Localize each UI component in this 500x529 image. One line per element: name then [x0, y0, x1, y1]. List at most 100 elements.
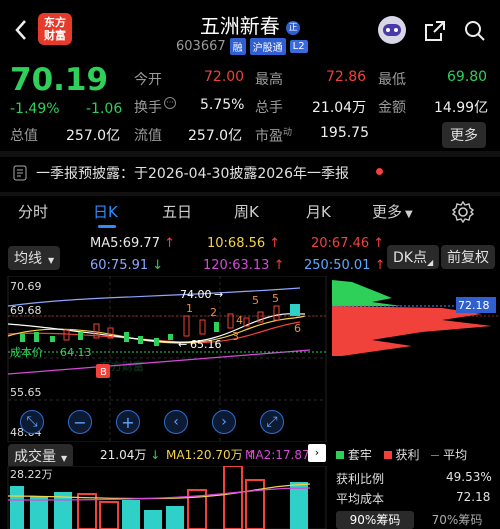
avg-cost-tag: 72.18 — [458, 299, 490, 312]
amount-value: 14.99亿 — [434, 100, 489, 116]
cost-label: 成本价 — [10, 345, 43, 359]
share-button[interactable] — [422, 18, 448, 44]
tab-five-day[interactable]: 五日 — [162, 201, 192, 222]
dk-label: DK点 — [393, 250, 427, 266]
zoom-in-button[interactable]: + — [116, 410, 140, 434]
tab-weekly-k[interactable]: 周K — [234, 201, 259, 222]
cost-value: 64.13 — [60, 346, 92, 359]
notice-bar[interactable]: 一季报预披露：于2026-04-30披露2026年一季报 — [0, 160, 500, 188]
volume-selector-label: 成交量 — [14, 449, 56, 465]
ma-selector[interactable]: 均线 ▼ — [8, 246, 61, 270]
ma-selector-label: 均线 — [14, 251, 42, 267]
corner-icon: ◢ — [426, 258, 434, 267]
robot-icon — [378, 16, 406, 44]
fullscreen-button[interactable]: ⤢ — [260, 410, 284, 434]
stock-name: 五洲新春 — [199, 14, 280, 38]
svg-text:B: B — [100, 367, 107, 378]
svg-text:72.18: 72.18 — [458, 299, 490, 312]
adjust-button[interactable]: 前复权 — [441, 245, 495, 269]
y-mid2-label: 55.65 — [10, 386, 42, 399]
y-mid1-label: 69.68 — [10, 304, 42, 317]
legend-profit: 获利 — [395, 448, 420, 462]
legend-profit-swatch — [383, 451, 392, 459]
chip-tab-90[interactable]: 90%筹码 — [336, 511, 414, 529]
b-marker: B — [100, 367, 107, 378]
low-label: 最低 — [378, 72, 406, 88]
tab-more-label: 更多 — [372, 203, 403, 221]
ma5-text: MA5:69.77 — [90, 236, 160, 251]
turnover-label-text: 换手 — [134, 100, 162, 116]
low-value: 69.80 — [447, 69, 488, 85]
settings-icon[interactable] — [452, 201, 474, 223]
annot-low: 65.16 — [190, 338, 222, 351]
marker-3: 3 — [232, 330, 239, 343]
tab-daily-k[interactable]: 日K — [93, 201, 118, 222]
stock-code: 603667 — [176, 39, 226, 54]
tab-more[interactable]: 更多 ▼ — [372, 201, 413, 222]
volume-ma1-text: MA1:20.70万 — [166, 448, 243, 462]
chip-tab-70[interactable]: 70%筹码 — [418, 511, 496, 529]
tab-intraday[interactable]: 分时 — [18, 201, 48, 222]
ma20-text: 20:67.46 — [311, 236, 370, 251]
info-icon[interactable]: ··· — [164, 97, 176, 109]
marker-1: 1 — [186, 302, 193, 315]
ma20-label: 20:67.46 ↑ — [311, 236, 385, 251]
ma5-label: MA5:69.77 ↑ — [90, 236, 176, 251]
float-mv-value: 257.0亿 — [188, 128, 243, 144]
search-button[interactable] — [462, 18, 488, 44]
search-icon — [465, 21, 485, 41]
share-icon — [425, 21, 445, 41]
robot-assistant-button[interactable] — [376, 14, 408, 46]
chevron-down-icon: ▼ — [48, 256, 55, 265]
ma10-text: 10:68.56 — [207, 236, 266, 251]
notice-icon — [13, 165, 27, 181]
y-top-label: 70.69 — [10, 280, 42, 293]
high-value: 72.86 — [326, 69, 367, 85]
active-tab-indicator — [98, 225, 116, 228]
total-mv-value: 257.0亿 — [66, 128, 121, 144]
marker-6: 6 — [294, 322, 301, 335]
marker-2: 2 — [210, 306, 217, 319]
chevron-down-icon: ▼ — [61, 454, 68, 463]
turnover-value: 5.75% — [200, 97, 245, 113]
volume-label: 总手 — [255, 100, 283, 116]
zoom-out-button[interactable]: − — [68, 410, 92, 434]
dk-point-button[interactable]: DK点◢ — [387, 245, 440, 269]
pe-value: 195.75 — [320, 125, 369, 141]
zoom-out-corner-button[interactable]: ⤡ — [20, 410, 44, 434]
tag-level2: L2 — [289, 40, 308, 53]
pe-label: 市盈动 — [255, 125, 292, 146]
volume-max-label: 28.22万 — [10, 468, 53, 481]
volume-more-arrow[interactable]: › — [308, 444, 326, 462]
more-quote-button[interactable]: 更多 — [442, 122, 486, 148]
ma10-label: 10:68.56 ↑ — [207, 236, 281, 251]
volume-vol-text: 21.04万 — [100, 448, 147, 462]
scroll-right-button[interactable]: › — [212, 410, 236, 434]
float-mv-label: 流值 — [134, 128, 162, 144]
ma120-text: 120:63.13 — [203, 258, 270, 273]
chip-legend: 套牢 获利 平均 — [336, 446, 500, 464]
legend-average: 平均 — [443, 448, 468, 462]
open-label: 今开 — [134, 72, 162, 88]
scroll-left-button[interactable]: ‹ — [164, 410, 188, 434]
stock-subtitle: 603667 融 沪股通 L2 — [176, 38, 308, 55]
turnover-label: 换手 ··· — [134, 97, 176, 117]
profit-ratio-value: 49.53% — [446, 470, 492, 484]
legend-avg-swatch — [431, 455, 440, 456]
ma60-label: 60:75.91 ↓ — [90, 258, 164, 273]
notice-text: 一季报预披露：于2026-04-30披露2026年一季报 — [36, 166, 349, 182]
volume-ma1: MA1:20.70万 ↑ — [166, 448, 257, 462]
marker-4: 4 — [236, 314, 243, 327]
total-mv-label: 总值 — [10, 128, 38, 144]
ma120-label: 120:63.13 ↑ — [203, 258, 285, 273]
title-badge: 正 — [286, 20, 301, 35]
pe-label-text: 市盈 — [255, 128, 283, 145]
marker-5: 5 — [252, 294, 259, 307]
tab-monthly-k[interactable]: 月K — [306, 201, 331, 222]
annot-high: 74.00 — [180, 288, 212, 301]
period-tabs: 分时 日K 五日 周K 月K 更多 ▼ — [0, 201, 500, 228]
open-value: 72.00 — [204, 69, 245, 85]
chevron-down-icon: ▼ — [405, 209, 413, 220]
tag-connect: 沪股通 — [249, 38, 286, 55]
volume-selector[interactable]: 成交量 ▼ — [8, 444, 74, 468]
